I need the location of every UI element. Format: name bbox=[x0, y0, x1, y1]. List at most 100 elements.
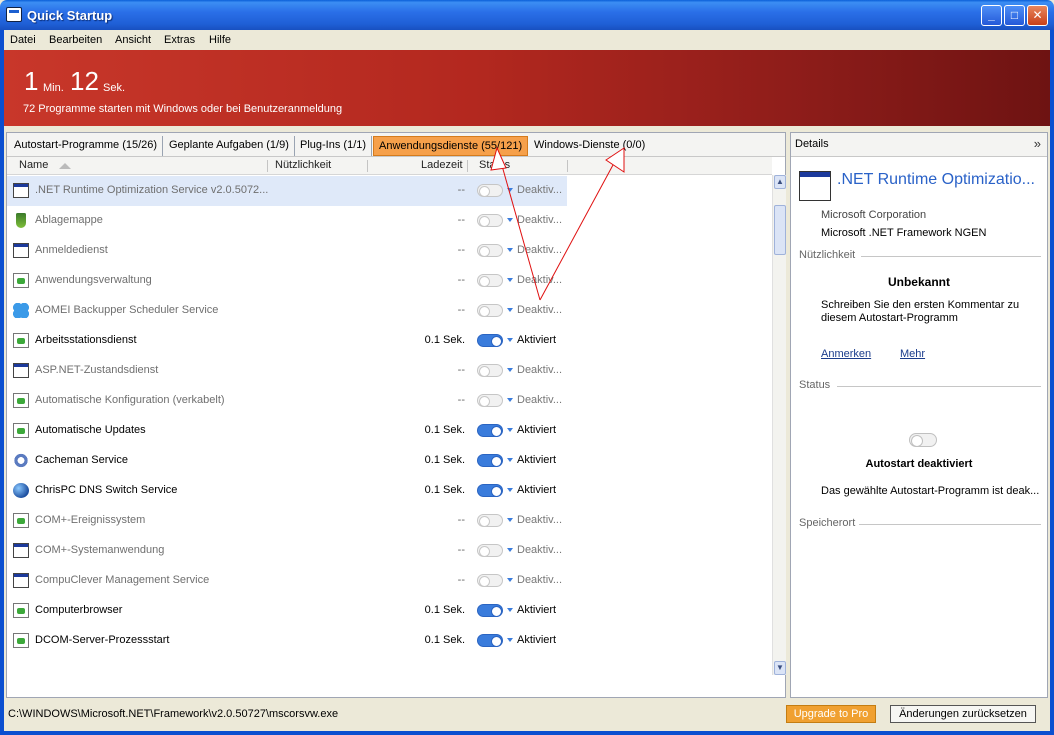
autostart-toggle[interactable] bbox=[477, 604, 503, 617]
load-time: -- bbox=[457, 514, 465, 526]
section-divider bbox=[861, 256, 1041, 257]
service-name: Ablagemappe bbox=[35, 214, 103, 226]
table-row[interactable]: Cacheman Service 0.1 Sek. Aktiviert bbox=[7, 446, 772, 476]
chevron-down-icon[interactable] bbox=[507, 548, 513, 552]
autostart-toggle[interactable] bbox=[477, 394, 503, 407]
table-row[interactable]: AOMEI Backupper Scheduler Service -- Deakt… bbox=[7, 296, 772, 326]
chevron-down-icon[interactable] bbox=[507, 218, 513, 222]
close-button[interactable]: ✕ bbox=[1027, 5, 1048, 26]
chevron-down-icon[interactable] bbox=[507, 458, 513, 462]
table-row[interactable]: ASP.NET-Zustandsdienst -- Deaktiv... bbox=[7, 356, 772, 386]
table-row[interactable]: .NET Runtime Optimization Service v2.0.5… bbox=[7, 176, 567, 206]
scroll-thumb[interactable] bbox=[774, 205, 786, 255]
tab-plugins[interactable]: Plug-Ins (1/1) bbox=[295, 136, 373, 156]
title-bar[interactable]: Quick Startup _ □ ✕ bbox=[0, 0, 1054, 30]
chevron-down-icon[interactable] bbox=[507, 398, 513, 402]
table-row[interactable]: Automatische Updates 0.1 Sek. Aktiviert bbox=[7, 416, 772, 446]
tab-application-services[interactable]: Anwendungsdienste (55/121) bbox=[373, 136, 529, 156]
minimize-button[interactable]: _ bbox=[981, 5, 1002, 26]
menu-help[interactable]: Hilfe bbox=[209, 34, 231, 46]
autostart-toggle[interactable] bbox=[477, 184, 503, 197]
chevron-down-icon[interactable] bbox=[507, 188, 513, 192]
autostart-toggle[interactable] bbox=[477, 454, 503, 467]
maximize-button[interactable]: □ bbox=[1004, 5, 1025, 26]
load-time: -- bbox=[457, 364, 465, 376]
autostart-toggle[interactable] bbox=[477, 574, 503, 587]
chevron-down-icon[interactable] bbox=[507, 368, 513, 372]
table-row[interactable]: COM+-Systemanwendung -- Deaktiv... bbox=[7, 536, 772, 566]
column-separator[interactable] bbox=[567, 160, 568, 172]
column-usefulness[interactable]: Nützlichkeit bbox=[275, 159, 331, 171]
scroll-up-icon[interactable]: ▲ bbox=[774, 175, 786, 189]
reset-changes-button[interactable]: Änderungen zurücksetzen bbox=[890, 705, 1036, 723]
comment-prompt-line1: Schreiben Sie den ersten Kommentar zu bbox=[821, 299, 1020, 311]
menu-extras[interactable]: Extras bbox=[164, 34, 195, 46]
section-divider bbox=[859, 524, 1041, 525]
more-link[interactable]: Mehr bbox=[900, 348, 925, 360]
service-name: Automatische Updates bbox=[35, 424, 146, 436]
table-row[interactable]: Ablagemappe -- Deaktiv... bbox=[7, 206, 772, 236]
table-row[interactable]: Anmeldedienst -- Deaktiv... bbox=[7, 236, 772, 266]
column-name[interactable]: Name bbox=[19, 159, 48, 171]
autostart-toggle[interactable] bbox=[477, 544, 503, 557]
menu-view[interactable]: Ansicht bbox=[115, 34, 151, 46]
table-row[interactable]: Anwendungsverwaltung -- Deaktiv... bbox=[7, 266, 772, 296]
autostart-toggle[interactable] bbox=[477, 214, 503, 227]
chevron-down-icon[interactable] bbox=[507, 308, 513, 312]
autostart-toggle[interactable] bbox=[477, 634, 503, 647]
autostart-toggle[interactable] bbox=[909, 433, 937, 447]
service-list: .NET Runtime Optimization Service v2.0.5… bbox=[7, 176, 772, 676]
location-section-label: Speicherort bbox=[799, 517, 856, 529]
autostart-toggle[interactable] bbox=[477, 334, 503, 347]
table-row[interactable]: Computerbrowser 0.1 Sek. Aktiviert bbox=[7, 596, 772, 626]
table-row[interactable]: DCOM-Server-Prozessstart 0.1 Sek. Aktivier… bbox=[7, 626, 772, 656]
autostart-toggle[interactable] bbox=[477, 304, 503, 317]
column-separator[interactable] bbox=[467, 160, 468, 172]
details-header: Details » bbox=[791, 133, 1047, 157]
column-separator[interactable] bbox=[267, 160, 268, 172]
chevron-down-icon[interactable] bbox=[507, 518, 513, 522]
chevron-down-icon[interactable] bbox=[507, 608, 513, 612]
autostart-toggle[interactable] bbox=[477, 364, 503, 377]
menu-bar: Datei Bearbeiten Ansicht Extras Hilfe bbox=[4, 30, 1050, 50]
chevron-down-icon[interactable] bbox=[507, 488, 513, 492]
autostart-toggle[interactable] bbox=[477, 424, 503, 437]
tab-windows-services[interactable]: Windows-Dienste (0/0) bbox=[529, 136, 650, 156]
chevron-down-icon[interactable] bbox=[507, 638, 513, 642]
column-status[interactable]: Status bbox=[479, 159, 510, 171]
load-time: -- bbox=[457, 544, 465, 556]
load-time: 0.1 Sek. bbox=[424, 484, 465, 496]
tab-scheduled-tasks[interactable]: Geplante Aufgaben (1/9) bbox=[164, 136, 295, 156]
chevron-down-icon[interactable] bbox=[507, 338, 513, 342]
autostart-toggle[interactable] bbox=[477, 484, 503, 497]
chevron-down-icon[interactable] bbox=[507, 428, 513, 432]
column-load-time[interactable]: Ladezeit bbox=[421, 159, 463, 171]
startup-time-banner: 1 Min. 12 Sek. 72 Programme starten mit … bbox=[4, 50, 1050, 126]
table-row[interactable]: Arbeitsstationsdienst 0.1 Sek. Aktiviert bbox=[7, 326, 772, 356]
chevron-down-icon[interactable] bbox=[507, 248, 513, 252]
status-title: Autostart deaktiviert bbox=[865, 458, 973, 470]
list-scrollbar[interactable]: ▲ ▼ bbox=[772, 175, 786, 675]
column-separator[interactable] bbox=[367, 160, 368, 172]
doc-icon bbox=[13, 633, 29, 648]
upgrade-button[interactable]: Upgrade to Pro bbox=[786, 705, 876, 723]
comment-link[interactable]: Anmerken bbox=[821, 348, 871, 360]
autostart-toggle[interactable] bbox=[477, 244, 503, 257]
table-row[interactable]: Automatische Konfiguration (verkabelt) --… bbox=[7, 386, 772, 416]
menu-edit[interactable]: Bearbeiten bbox=[49, 34, 102, 46]
table-row[interactable]: COM+-Ereignissystem -- Deaktiv... bbox=[7, 506, 772, 536]
autostart-toggle[interactable] bbox=[477, 274, 503, 287]
tab-autostart-programs[interactable]: Autostart-Programme (15/26) bbox=[9, 136, 164, 156]
service-name: Computerbrowser bbox=[35, 604, 123, 616]
table-row[interactable]: CompuClever Management Service -- Deaktiv.… bbox=[7, 566, 772, 596]
seconds-unit: Sek. bbox=[103, 82, 126, 94]
autostart-toggle[interactable] bbox=[477, 514, 503, 527]
menu-file[interactable]: Datei bbox=[10, 34, 36, 46]
collapse-details-icon[interactable]: » bbox=[1034, 136, 1041, 151]
status-text: Deaktiv... bbox=[517, 184, 563, 196]
chevron-down-icon[interactable] bbox=[507, 278, 513, 282]
table-row[interactable]: ChrisPC DNS Switch Service 0.1 Sek. Aktivi… bbox=[7, 476, 772, 506]
chevron-down-icon[interactable] bbox=[507, 578, 513, 582]
status-text: Deaktiv... bbox=[517, 364, 563, 376]
scroll-down-icon[interactable]: ▼ bbox=[774, 661, 786, 675]
